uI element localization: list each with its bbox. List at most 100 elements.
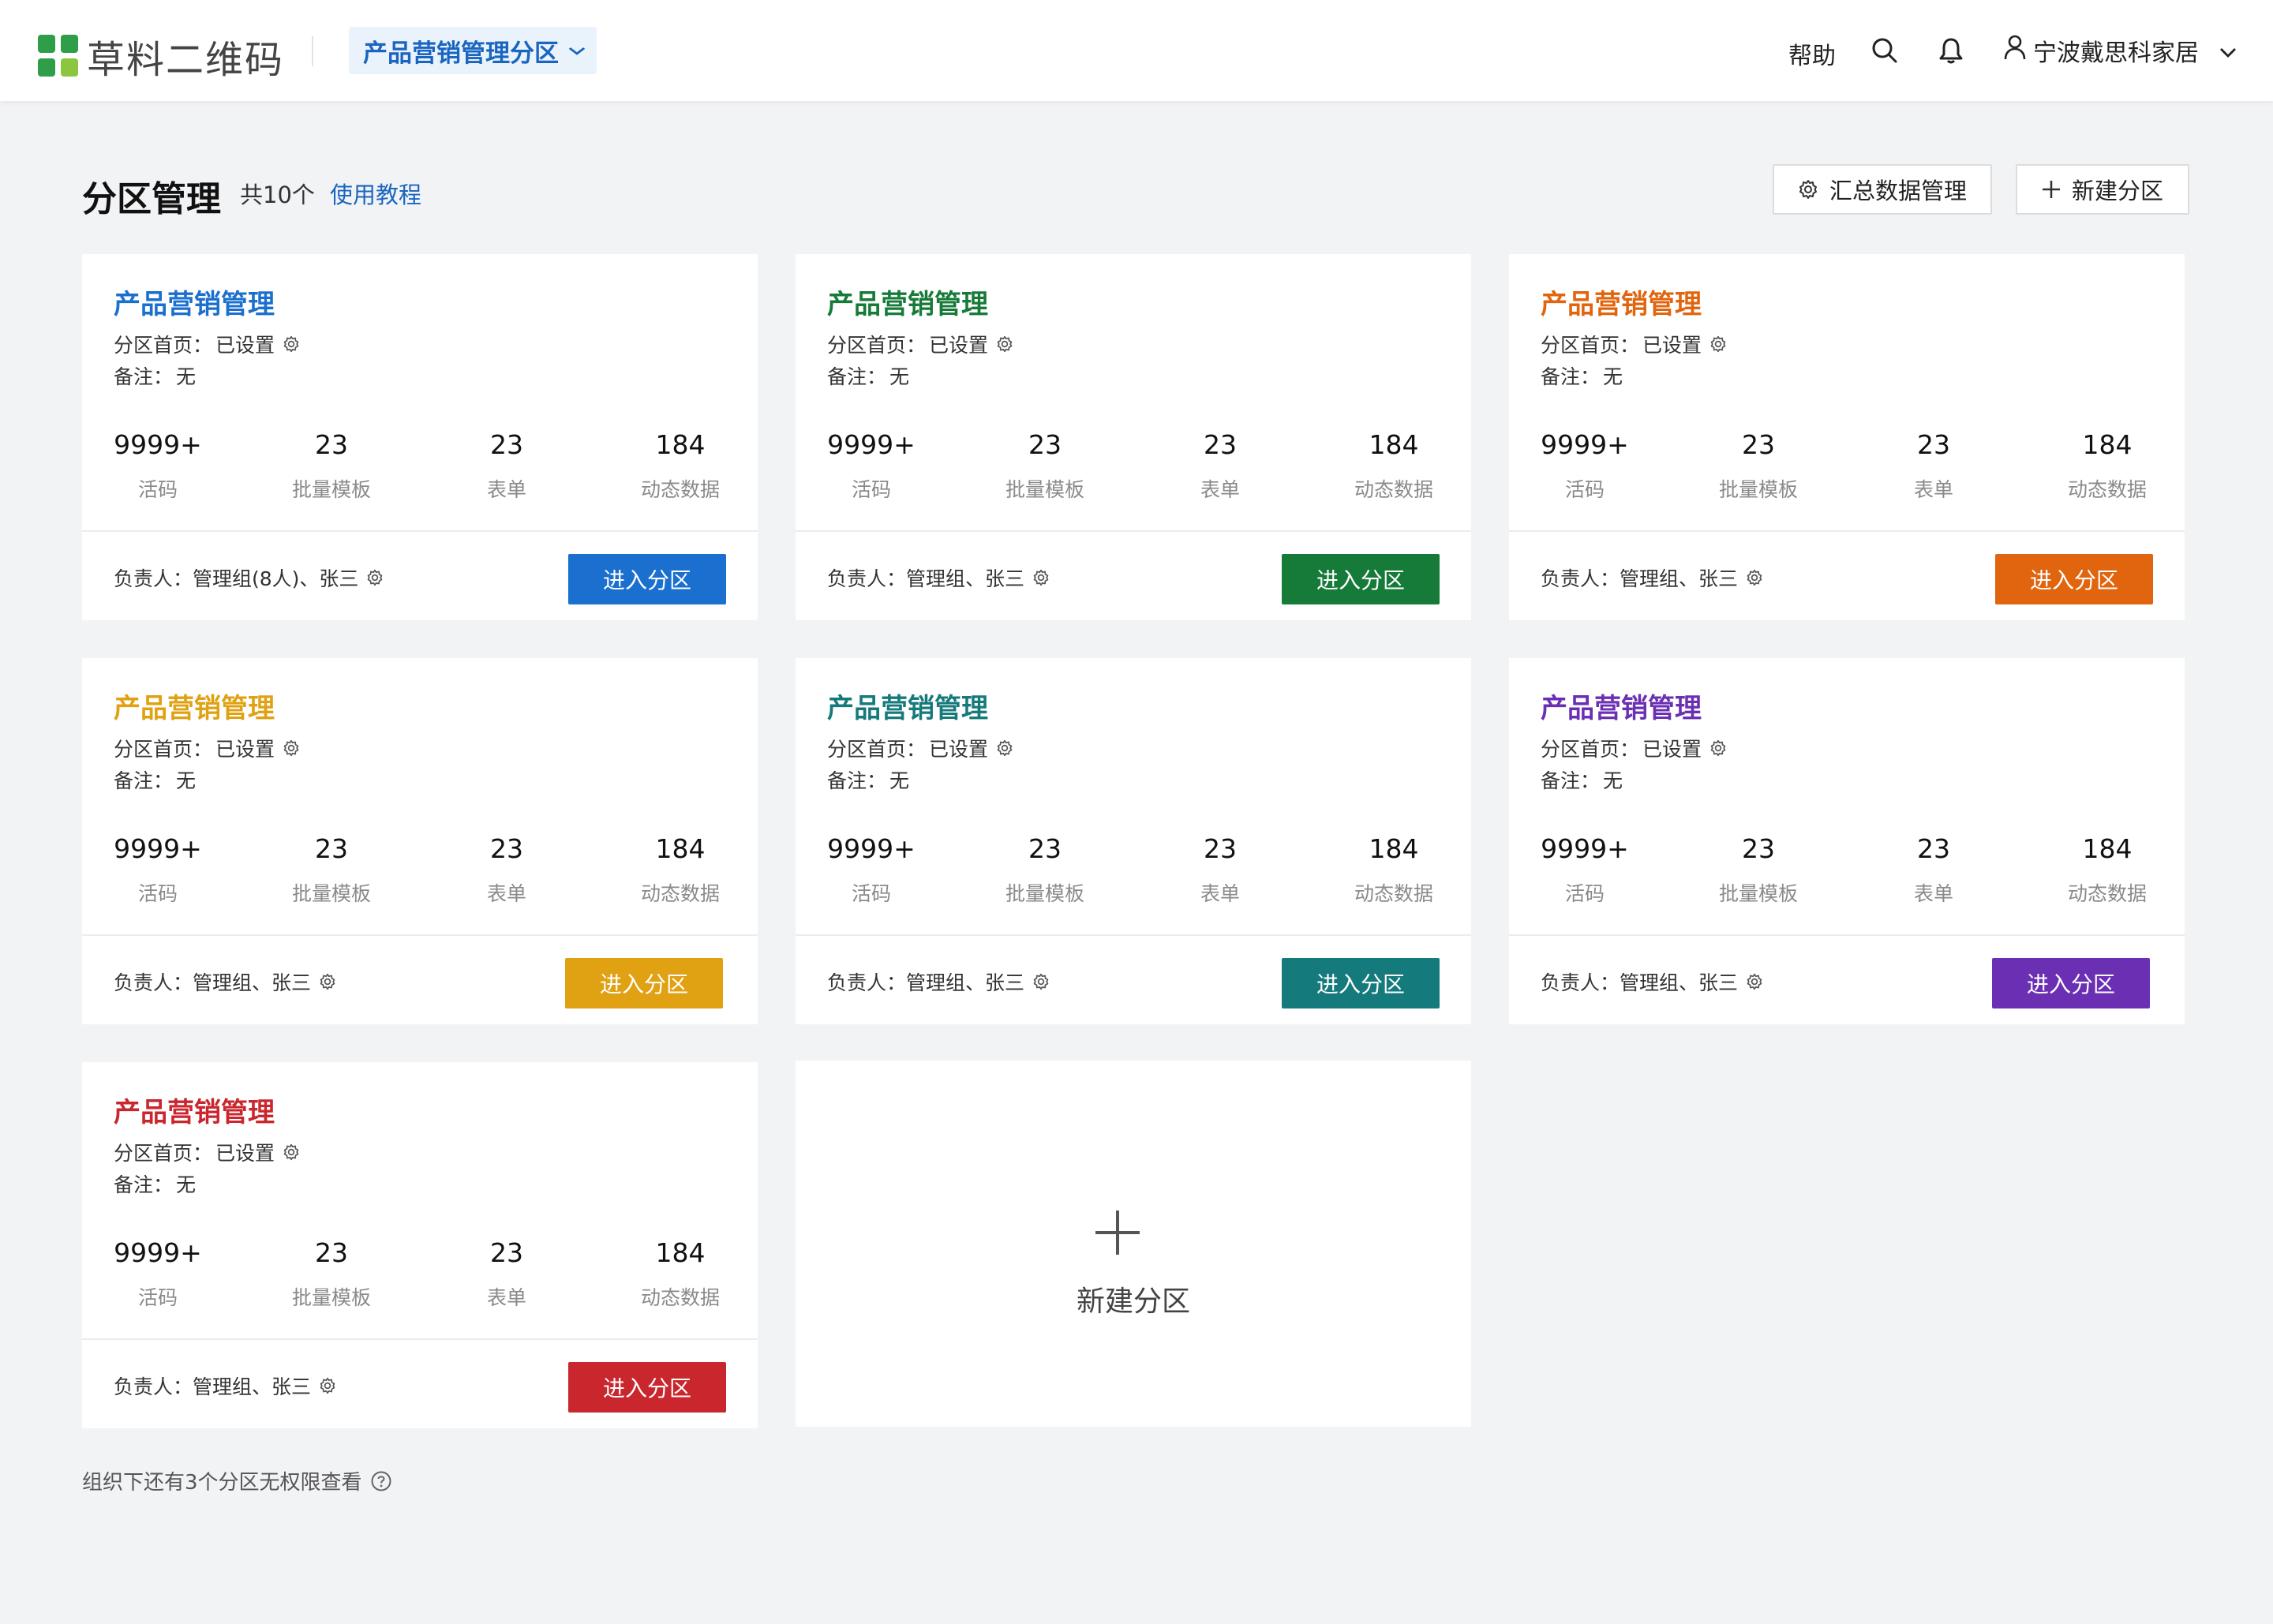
gear-icon[interactable] (283, 1143, 300, 1161)
stat-1[interactable]: 23 批量模板 (990, 833, 1100, 907)
stat-1[interactable]: 23 批量模板 (1703, 429, 1814, 503)
gear-icon[interactable] (1746, 569, 1763, 586)
stat-label: 批量模板 (1005, 478, 1084, 501)
note-value: 无 (1603, 365, 1623, 388)
stat-2[interactable]: 23 表单 (1878, 833, 1989, 907)
enter-partition-button[interactable]: 进入分区 (1992, 958, 2150, 1008)
stat-label: 表单 (1200, 882, 1240, 905)
stat-2[interactable]: 23 表单 (451, 429, 562, 503)
stat-label: 表单 (1200, 478, 1240, 501)
stat-1[interactable]: 23 批量模板 (276, 1237, 387, 1311)
stat-3[interactable]: 184 动态数据 (1339, 833, 1449, 907)
stat-2[interactable]: 23 表单 (1878, 429, 1989, 503)
stat-label: 表单 (1913, 478, 1953, 501)
home-value: 已设置 (215, 1142, 275, 1165)
note-value: 无 (176, 769, 197, 792)
stat-1[interactable]: 23 批量模板 (990, 429, 1100, 503)
owner-row: 负责人：管理组、张三 (827, 563, 1050, 592)
stat-2[interactable]: 23 表单 (451, 833, 562, 907)
gear-icon[interactable] (1709, 739, 1727, 757)
stat-3[interactable]: 184 动态数据 (625, 1237, 736, 1311)
gear-icon[interactable] (283, 739, 300, 757)
stat-3[interactable]: 184 动态数据 (2052, 429, 2163, 503)
enter-partition-button[interactable]: 进入分区 (568, 1362, 726, 1413)
note-label: 备注： (114, 1173, 174, 1196)
user-menu[interactable]: 宁波戴思科家居 (2003, 33, 2237, 68)
enter-partition-button[interactable]: 进入分区 (565, 958, 723, 1008)
stat-0[interactable]: 9999+ 活码 (103, 429, 213, 503)
stat-0[interactable]: 9999+ 活码 (816, 833, 927, 907)
help-link[interactable]: 帮助 (1788, 36, 1836, 71)
stat-0[interactable]: 9999+ 活码 (816, 429, 927, 503)
gear-icon[interactable] (1709, 335, 1727, 353)
note-value: 无 (889, 769, 910, 792)
stat-label: 批量模板 (291, 1286, 371, 1309)
partition-title[interactable]: 产品营销管理 (827, 283, 988, 321)
partition-note-row: 备注： 无 (827, 765, 909, 794)
logo-icon (38, 35, 79, 77)
partition-title[interactable]: 产品营销管理 (114, 687, 275, 725)
stat-label: 动态数据 (640, 882, 720, 905)
gear-icon[interactable] (366, 569, 384, 586)
bell-icon[interactable] (1935, 35, 1967, 66)
gear-icon[interactable] (996, 335, 1013, 353)
plus-icon (1095, 1211, 1140, 1255)
note-label: 备注： (1541, 769, 1601, 792)
stat-3[interactable]: 184 动态数据 (1339, 429, 1449, 503)
tutorial-link[interactable]: 使用教程 (330, 177, 421, 210)
stat-2[interactable]: 23 表单 (1165, 429, 1275, 503)
stat-label: 表单 (486, 1286, 526, 1309)
partition-title[interactable]: 产品营销管理 (827, 687, 988, 725)
partition-title[interactable]: 产品营销管理 (114, 1091, 275, 1129)
partition-title[interactable]: 产品营销管理 (1541, 687, 1702, 725)
stat-3[interactable]: 184 动态数据 (2052, 833, 2163, 907)
stat-2[interactable]: 23 表单 (451, 1237, 562, 1311)
note-label: 备注： (114, 769, 174, 792)
stat-value: 184 (655, 429, 706, 460)
partition-title[interactable]: 产品营销管理 (114, 283, 275, 321)
enter-partition-button[interactable]: 进入分区 (1282, 554, 1440, 604)
partition-title[interactable]: 产品营销管理 (1541, 283, 1702, 321)
stat-0[interactable]: 9999+ 活码 (103, 1237, 213, 1311)
stat-1[interactable]: 23 批量模板 (276, 429, 387, 503)
question-icon[interactable] (370, 1470, 392, 1492)
summary-data-button-label: 汇总数据管理 (1829, 178, 1967, 204)
gear-icon[interactable] (1746, 973, 1763, 990)
partition-note-row: 备注： 无 (1541, 361, 1623, 390)
stat-0[interactable]: 9999+ 活码 (1530, 429, 1640, 503)
enter-partition-button[interactable]: 进入分区 (568, 554, 726, 604)
gear-icon[interactable] (283, 335, 300, 353)
partition-note-row: 备注： 无 (114, 765, 196, 794)
enter-partition-button[interactable]: 进入分区 (1282, 958, 1440, 1008)
gear-icon[interactable] (319, 973, 336, 990)
stat-2[interactable]: 23 表单 (1165, 833, 1275, 907)
stat-value: 23 (490, 429, 523, 460)
stat-1[interactable]: 23 批量模板 (1703, 833, 1814, 907)
new-partition-card[interactable]: 新建分区 (796, 1061, 1471, 1427)
stat-3[interactable]: 184 动态数据 (625, 833, 736, 907)
gear-icon[interactable] (1032, 569, 1050, 586)
stat-0[interactable]: 9999+ 活码 (103, 833, 213, 907)
logo[interactable]: 草料二维码 (38, 28, 284, 84)
stat-3[interactable]: 184 动态数据 (625, 429, 736, 503)
stat-0[interactable]: 9999+ 活码 (1530, 833, 1640, 907)
note-value: 无 (176, 365, 197, 388)
summary-data-button[interactable]: 汇总数据管理 (1773, 164, 1992, 215)
enter-partition-button[interactable]: 进入分区 (1995, 554, 2153, 604)
stat-value: 9999+ (114, 1237, 202, 1268)
partition-card: 产品营销管理 分区首页： 已设置 备注： 无 9999+ 活码 23 批量模板 … (82, 1062, 758, 1428)
gear-icon[interactable] (1032, 973, 1050, 990)
new-partition-button[interactable]: 新建分区 (2016, 164, 2189, 215)
owner-row: 负责人：管理组、张三 (1541, 563, 1763, 592)
home-label: 分区首页： (114, 334, 213, 357)
search-icon[interactable] (1869, 35, 1900, 66)
partition-card: 产品营销管理 分区首页： 已设置 备注： 无 9999+ 活码 23 批量模板 … (1509, 254, 2185, 620)
chevron-down-icon (567, 41, 586, 61)
stat-1[interactable]: 23 批量模板 (276, 833, 387, 907)
home-value: 已设置 (1642, 334, 1702, 357)
partition-selector[interactable]: 产品营销管理分区 (349, 27, 597, 74)
gear-icon[interactable] (996, 739, 1013, 757)
gear-icon[interactable] (319, 1377, 336, 1394)
note-label: 备注： (827, 365, 887, 388)
home-value: 已设置 (929, 334, 989, 357)
